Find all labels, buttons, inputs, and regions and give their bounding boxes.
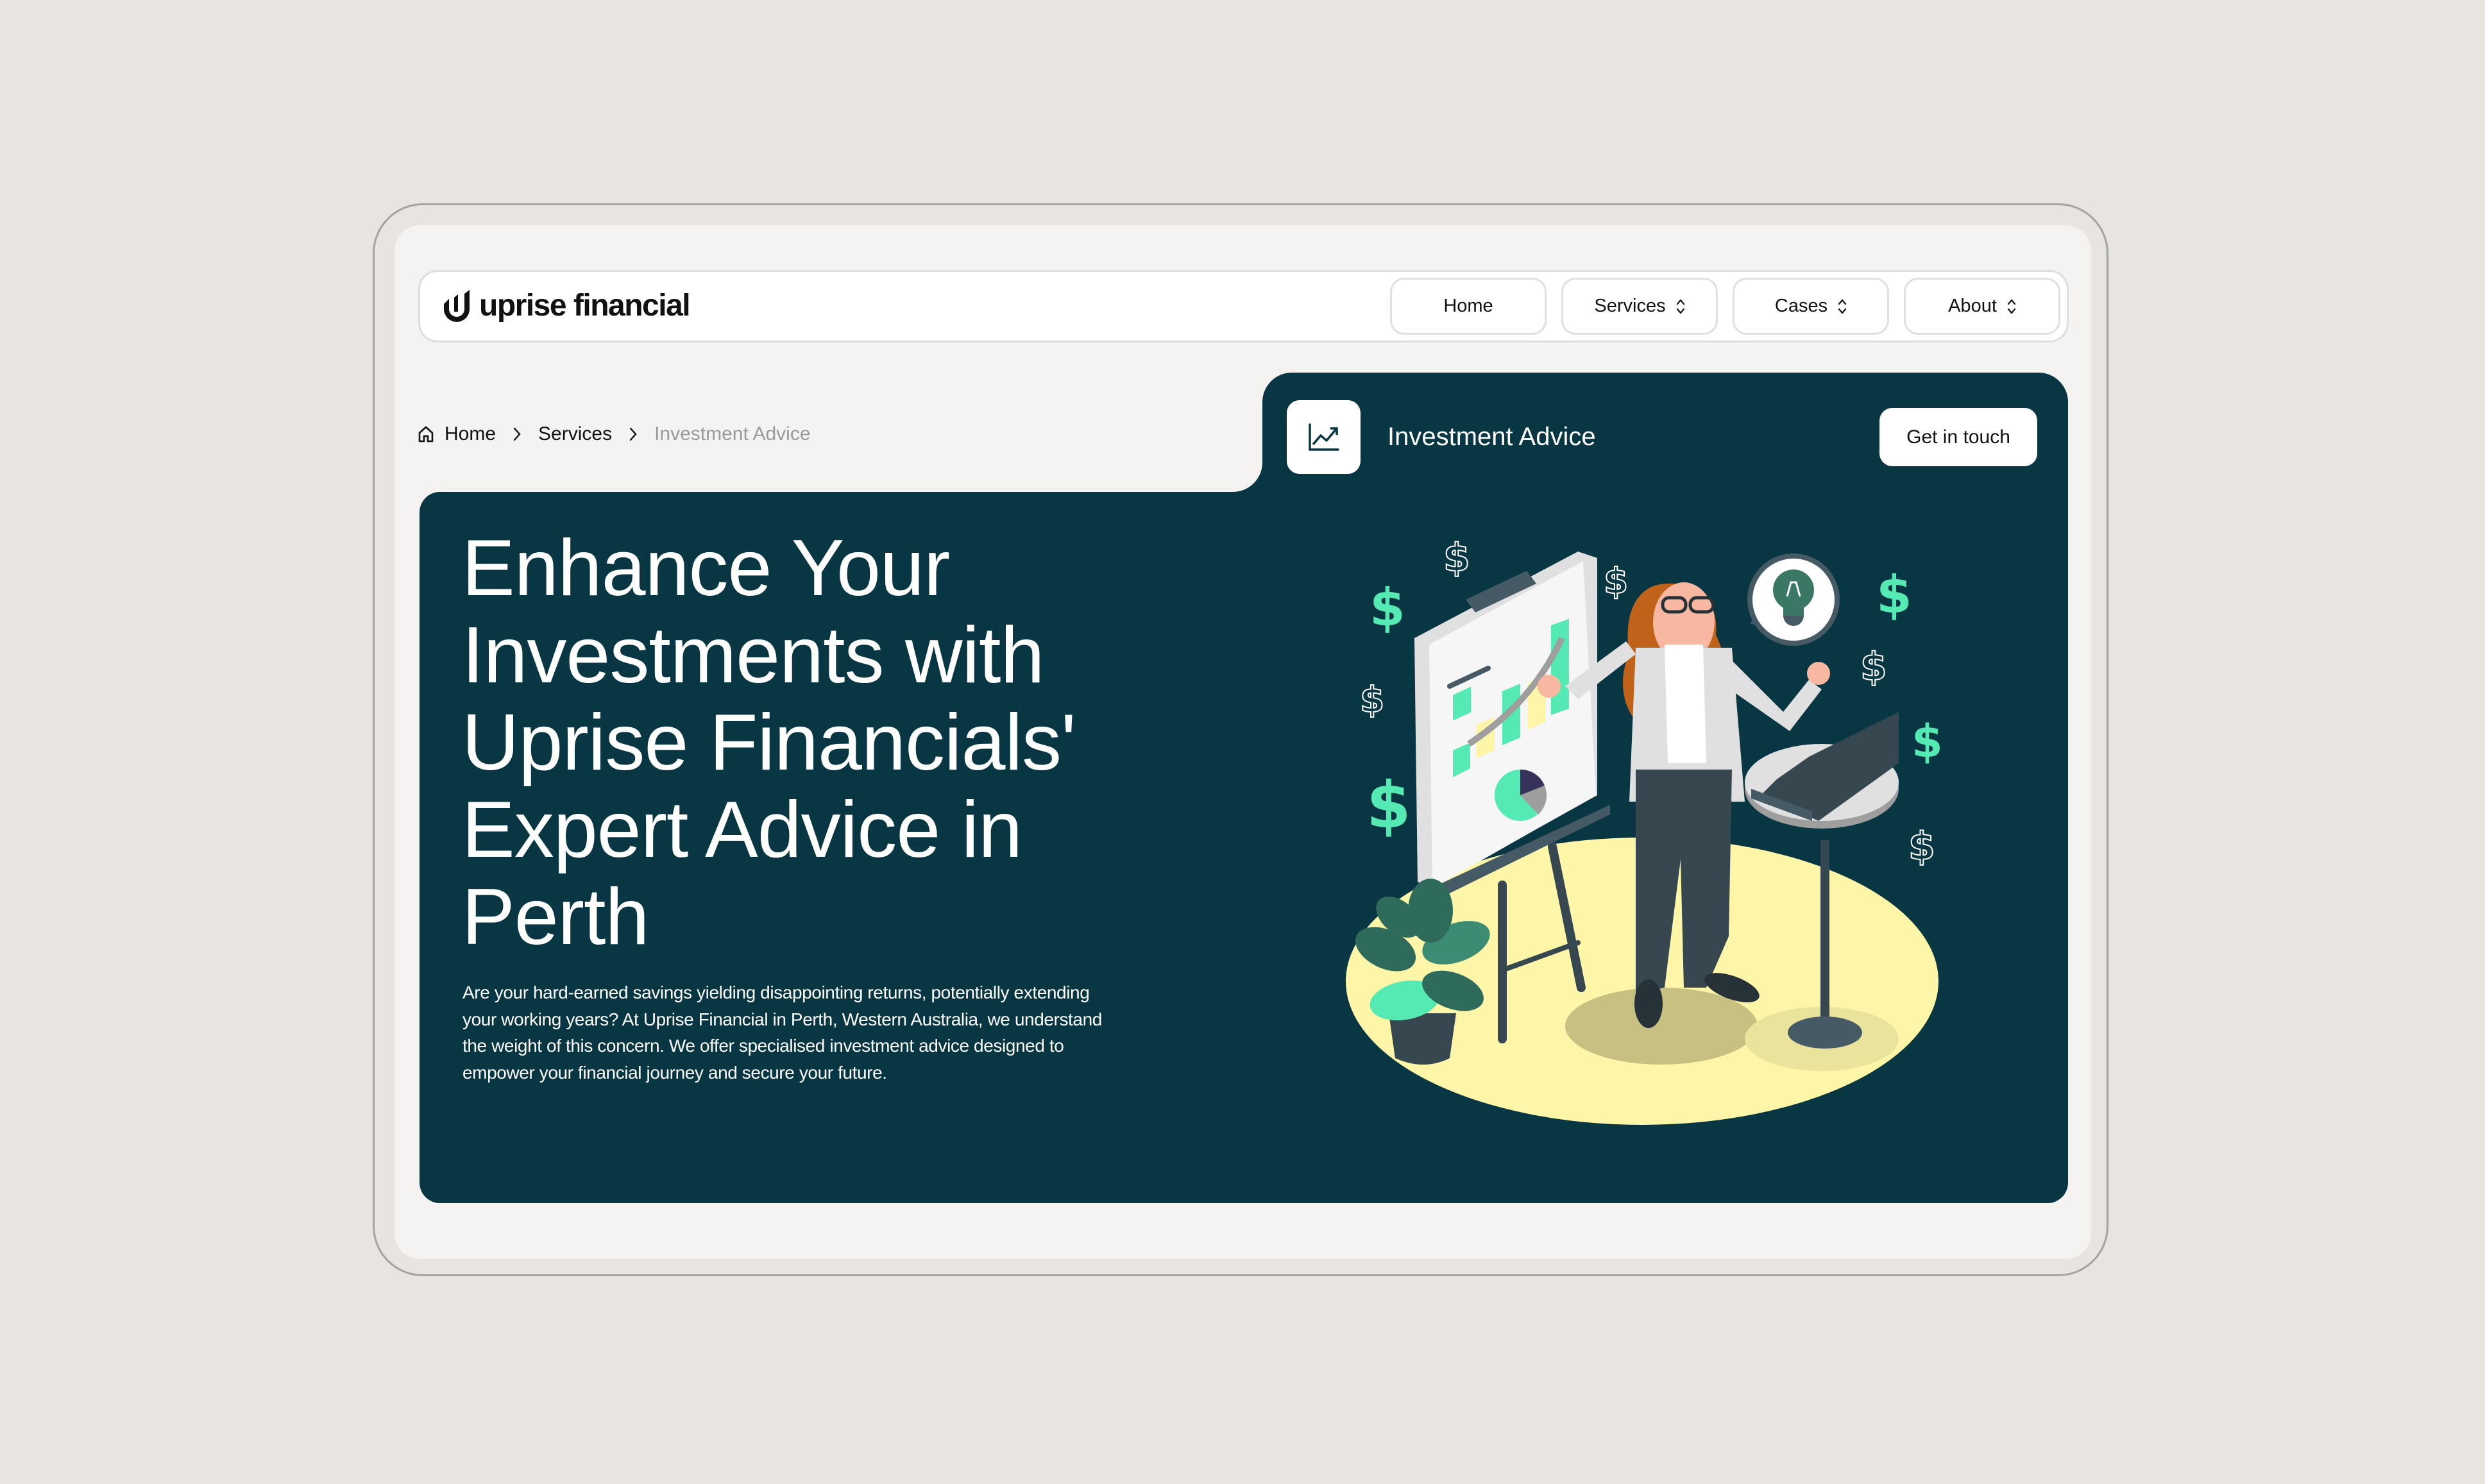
nav-services[interactable]: Services (1561, 278, 1718, 335)
woman-presenting-investment-chart-illustration: $ $ $ $ $ $ $ $ $ (1346, 535, 1943, 1125)
breadcrumb-home[interactable]: Home (445, 423, 496, 445)
chevron-up-down-icon (1676, 299, 1684, 314)
svg-text:$: $ (1370, 578, 1405, 637)
svg-text:$: $ (1912, 715, 1943, 768)
chevron-up-down-icon (2007, 299, 2015, 314)
service-title: Investment Advice (1387, 423, 1596, 451)
svg-text:$: $ (1860, 645, 1887, 689)
get-in-touch-button[interactable]: Get in touch (1879, 408, 2037, 466)
chevron-up-down-icon (1838, 299, 1847, 314)
svg-text:$: $ (1604, 561, 1628, 602)
home-icon[interactable] (418, 425, 434, 443)
nav-cases-label: Cases (1774, 296, 1828, 316)
svg-text:$: $ (1908, 824, 1935, 869)
brand-logo[interactable]: uprise financial (442, 289, 691, 323)
nav-home[interactable]: Home (1390, 278, 1547, 335)
nav-about[interactable]: About (1904, 278, 2060, 335)
hero-description: Are your hard-earned savings yielding di… (462, 982, 1102, 1083)
hero-headline: Enhance Your Investments with Uprise Fin… (462, 524, 1076, 961)
svg-text:$: $ (1360, 679, 1384, 720)
presentation-board (1414, 552, 1597, 888)
top-navbar: uprise financial Home Services Cases Abo… (418, 270, 2069, 342)
brand-name: uprise financial (479, 289, 691, 323)
trending-up-chart-icon (1308, 423, 1339, 451)
svg-text:$: $ (1876, 565, 1912, 625)
chevron-right-icon (629, 427, 637, 441)
svg-text:$: $ (1443, 535, 1470, 580)
tab-corner-joint (1230, 460, 1262, 492)
chevron-right-icon (513, 427, 521, 441)
nav-home-label: Home (1443, 296, 1493, 316)
breadcrumb-current: Investment Advice (654, 423, 811, 444)
breadcrumb-services[interactable]: Services (538, 423, 612, 445)
service-icon-box (1287, 400, 1361, 474)
svg-text:$: $ (1366, 768, 1411, 843)
uprise-u-mark-icon (444, 290, 470, 322)
nav-cases[interactable]: Cases (1733, 278, 1889, 335)
nav-about-label: About (1948, 296, 1997, 316)
breadcrumb: Home Services Investment Advice (418, 423, 811, 445)
lightbulb-speech-bubble (1747, 553, 1840, 646)
nav-services-label: Services (1594, 296, 1666, 316)
main-nav: Home Services Cases About (1390, 278, 2060, 335)
